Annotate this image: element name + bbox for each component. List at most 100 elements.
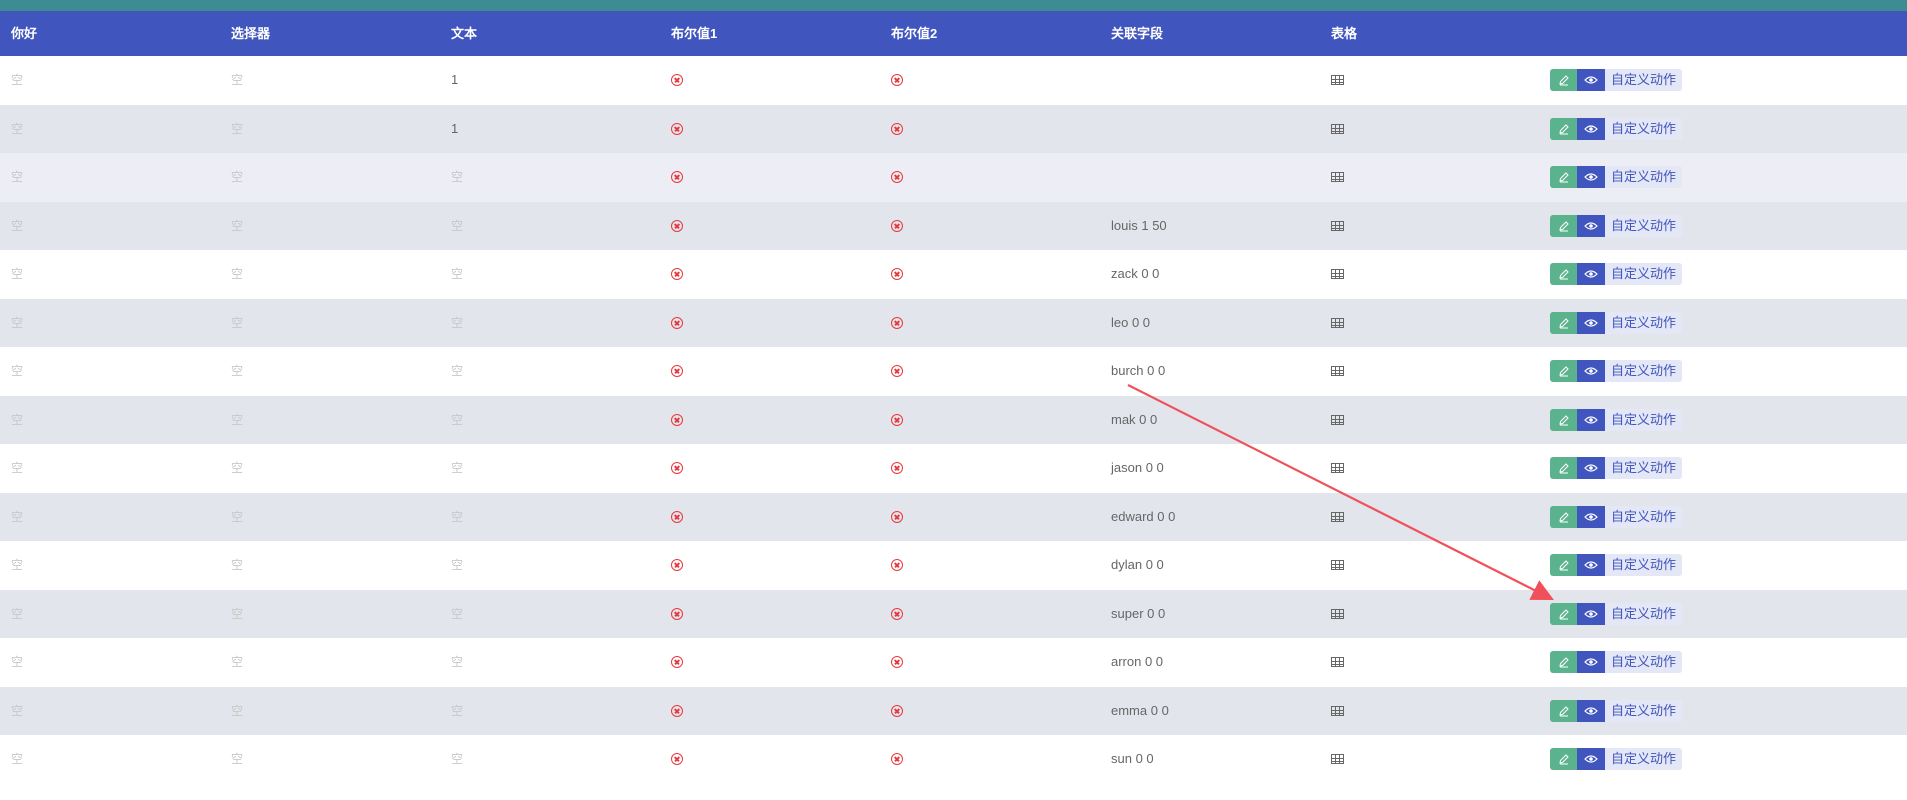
eye-icon	[1584, 464, 1598, 472]
custom-action-button[interactable]: 自定义动作	[1605, 457, 1683, 479]
view-button[interactable]	[1577, 505, 1605, 528]
bool1-false-icon	[671, 656, 683, 668]
table-header: 你好 选择器 文本 布尔值1 布尔值2 关联字段 表格	[0, 11, 1907, 56]
table-grid-icon[interactable]	[1331, 754, 1344, 764]
eye-icon	[1584, 415, 1598, 424]
custom-action-button[interactable]: 自定义动作	[1605, 69, 1683, 91]
eye-icon	[1584, 706, 1598, 715]
custom-action-button[interactable]: 自定义动作	[1605, 214, 1683, 237]
bool2-false-icon	[891, 413, 903, 426]
header-cell-bool2[interactable]: 布尔值2	[891, 11, 937, 56]
table-grid-icon[interactable]	[1331, 608, 1344, 619]
table-row: 空 空 空 emma 0 0 自定义动作	[0, 686, 1907, 735]
table-grid-icon[interactable]	[1331, 366, 1344, 376]
table-grid-icon[interactable]	[1331, 269, 1344, 279]
table-row: 空 空 空 louis 1 50 自定义动作	[0, 201, 1907, 250]
table-grid-icon[interactable]	[1331, 560, 1344, 570]
bool1-false-icon	[671, 171, 683, 183]
edit-button[interactable]	[1550, 69, 1577, 91]
pencil-icon	[1558, 608, 1569, 619]
table-grid-icon[interactable]	[1331, 75, 1344, 85]
cell-nihao: 空	[11, 315, 24, 330]
edit-button[interactable]	[1550, 360, 1577, 382]
pencil-icon	[1558, 705, 1569, 716]
cell-text: 空	[451, 606, 464, 621]
edit-button[interactable]	[1550, 602, 1577, 625]
view-button[interactable]	[1577, 748, 1605, 770]
table-grid-icon[interactable]	[1331, 657, 1344, 667]
edit-button[interactable]	[1550, 166, 1577, 188]
cell-text: 空	[451, 509, 464, 524]
header-cell-text[interactable]: 文本	[451, 11, 477, 56]
bool1-false-icon	[671, 413, 683, 426]
table-grid-icon[interactable]	[1331, 317, 1344, 328]
bool1-false-icon	[671, 219, 683, 232]
view-button[interactable]	[1577, 408, 1605, 431]
custom-action-button[interactable]: 自定义动作	[1605, 166, 1683, 188]
view-button[interactable]	[1577, 311, 1605, 334]
view-button[interactable]	[1577, 457, 1605, 479]
view-button[interactable]	[1577, 69, 1605, 91]
bool2-false-icon	[891, 122, 903, 135]
row-actions: 自定义动作	[1550, 699, 1683, 722]
table-grid-icon[interactable]	[1331, 705, 1344, 716]
header-cell-relation[interactable]: 关联字段	[1111, 11, 1163, 56]
eye-icon	[1584, 318, 1598, 327]
view-button[interactable]	[1577, 554, 1605, 576]
view-button[interactable]	[1577, 214, 1605, 237]
edit-button[interactable]	[1550, 117, 1577, 140]
row-actions: 自定义动作	[1550, 748, 1683, 770]
cell-nihao: 空	[11, 121, 24, 136]
view-button[interactable]	[1577, 651, 1605, 673]
table-grid-icon[interactable]	[1331, 123, 1344, 134]
edit-button[interactable]	[1550, 263, 1577, 285]
cell-selector: 空	[231, 73, 244, 87]
view-button[interactable]	[1577, 360, 1605, 382]
custom-action-button[interactable]: 自定义动作	[1605, 408, 1683, 431]
view-button[interactable]	[1577, 117, 1605, 140]
pencil-icon	[1558, 414, 1569, 425]
bool2-false-icon	[891, 559, 903, 571]
header-cell-nihao[interactable]: 你好	[11, 11, 37, 56]
edit-button[interactable]	[1550, 311, 1577, 334]
edit-button[interactable]	[1550, 748, 1577, 770]
cell-selector: 空	[231, 509, 244, 524]
edit-button[interactable]	[1550, 699, 1577, 722]
custom-action-button[interactable]: 自定义动作	[1605, 554, 1683, 576]
cell-nihao: 空	[11, 364, 24, 378]
custom-action-button[interactable]: 自定义动作	[1605, 311, 1683, 334]
header-cell-bool1[interactable]: 布尔值1	[671, 11, 717, 56]
view-button[interactable]	[1577, 166, 1605, 188]
table-grid-icon[interactable]	[1331, 463, 1344, 473]
custom-action-button[interactable]: 自定义动作	[1605, 263, 1683, 285]
table-grid-icon[interactable]	[1331, 172, 1344, 182]
bool2-false-icon	[891, 365, 903, 377]
table-grid-icon[interactable]	[1331, 220, 1344, 231]
table-grid-icon[interactable]	[1331, 414, 1344, 425]
pencil-icon	[1558, 269, 1569, 280]
edit-button[interactable]	[1550, 408, 1577, 431]
edit-button[interactable]	[1550, 457, 1577, 479]
custom-action-button[interactable]: 自定义动作	[1605, 748, 1683, 770]
cell-selector: 空	[231, 703, 244, 718]
row-actions: 自定义动作	[1550, 554, 1683, 576]
custom-action-button[interactable]: 自定义动作	[1605, 602, 1683, 625]
custom-action-button[interactable]: 自定义动作	[1605, 117, 1683, 140]
view-button[interactable]	[1577, 699, 1605, 722]
custom-action-button[interactable]: 自定义动作	[1605, 699, 1683, 722]
cell-nihao: 空	[11, 752, 24, 766]
view-button[interactable]	[1577, 263, 1605, 285]
bool2-false-icon	[891, 704, 903, 717]
bool1-false-icon	[671, 74, 683, 86]
table-grid-icon[interactable]	[1331, 511, 1344, 522]
view-button[interactable]	[1577, 602, 1605, 625]
custom-action-button[interactable]: 自定义动作	[1605, 505, 1683, 528]
edit-button[interactable]	[1550, 505, 1577, 528]
edit-button[interactable]	[1550, 554, 1577, 576]
edit-button[interactable]	[1550, 214, 1577, 237]
header-cell-selector[interactable]: 选择器	[231, 11, 270, 56]
custom-action-button[interactable]: 自定义动作	[1605, 360, 1683, 382]
edit-button[interactable]	[1550, 651, 1577, 673]
header-cell-table[interactable]: 表格	[1331, 11, 1357, 56]
custom-action-button[interactable]: 自定义动作	[1605, 651, 1683, 673]
